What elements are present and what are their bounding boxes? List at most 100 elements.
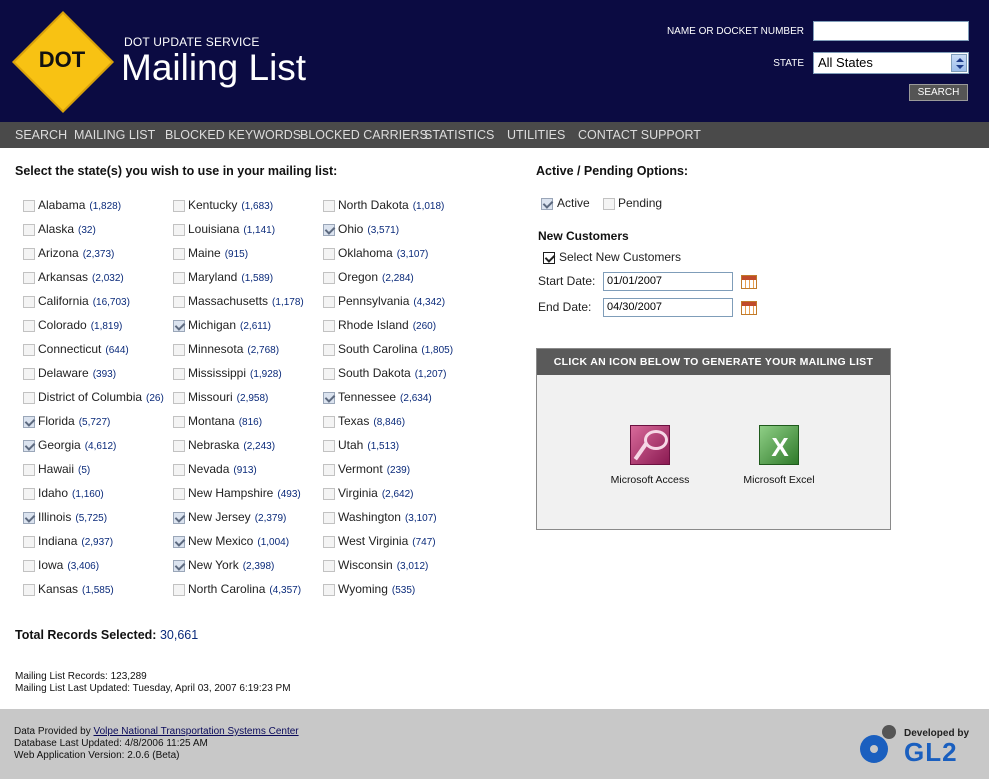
state-select[interactable]: All States [813,52,969,74]
state-text: Illinois (5,725) [38,510,107,524]
nav-blocked-keywords[interactable]: BLOCKED KEYWORDS [165,128,301,142]
state-text: Wisconsin (3,012) [338,558,428,572]
state-checkbox[interactable] [23,512,35,524]
excel-label[interactable]: Microsoft Excel [724,474,834,486]
nav-utilities[interactable]: UTILITIES [507,128,565,142]
state-label: Washington [338,510,401,524]
state-checkbox[interactable] [323,512,335,524]
access-icon[interactable] [630,425,670,465]
state-checkbox[interactable] [323,248,335,260]
state-checkbox[interactable] [23,536,35,548]
state-count: (816) [238,417,263,428]
state-checkbox[interactable] [23,296,35,308]
state-checkbox[interactable] [173,368,185,380]
state-checkbox[interactable] [23,488,35,500]
state-checkbox[interactable] [23,200,35,212]
nav-blocked-carriers[interactable]: BLOCKED CARRIERS [300,128,428,142]
state-label: Vermont [338,462,383,476]
pending-checkbox[interactable] [603,198,615,210]
state-count: (1,589) [241,273,274,284]
state-checkbox[interactable] [23,392,35,404]
state-count: (5,727) [78,417,111,428]
state-checkbox[interactable] [323,224,335,236]
state-label: Indiana [38,534,78,548]
state-checkbox[interactable] [323,392,335,404]
state-checkbox[interactable] [23,344,35,356]
excel-icon[interactable]: X [759,425,799,465]
nav-search[interactable]: SEARCH [15,128,67,142]
state-label: Maine [188,246,221,260]
state-checkbox[interactable] [173,344,185,356]
state-checkbox[interactable] [323,200,335,212]
state-checkbox[interactable] [173,416,185,428]
name-docket-input[interactable] [813,21,969,41]
state-checkbox[interactable] [323,344,335,356]
state-text: New York (2,398) [188,558,274,572]
state-text: New Mexico (1,004) [188,534,289,548]
state-checkbox[interactable] [323,488,335,500]
state-checkbox[interactable] [173,224,185,236]
calendar-icon[interactable] [741,275,757,289]
state-text: North Dakota (1,018) [338,198,444,212]
state-checkbox[interactable] [173,320,185,332]
state-checkbox[interactable] [323,272,335,284]
select-arrow-icon[interactable] [951,54,967,72]
state-checkbox[interactable] [323,296,335,308]
state-checkbox[interactable] [173,200,185,212]
end-date-input[interactable]: 04/30/2007 [603,298,733,317]
state-label: Iowa [38,558,64,572]
state-checkbox[interactable] [323,536,335,548]
state-checkbox[interactable] [23,368,35,380]
state-checkbox[interactable] [23,416,35,428]
nav-statistics[interactable]: STATISTICS [424,128,494,142]
state-text: Iowa (3,406) [38,558,99,572]
access-label[interactable]: Microsoft Access [595,474,705,486]
state-checkbox[interactable] [173,536,185,548]
state-checkbox[interactable] [323,560,335,572]
volpe-link[interactable]: Volpe National Transportation Systems Ce… [94,726,299,737]
state-checkbox[interactable] [173,272,185,284]
nav-contact-support[interactable]: CONTACT SUPPORT [578,128,701,142]
state-checkbox[interactable] [23,584,35,596]
active-checkbox[interactable] [541,198,553,210]
state-checkbox[interactable] [323,584,335,596]
state-checkbox[interactable] [23,464,35,476]
state-checkbox[interactable] [173,560,185,572]
state-checkbox[interactable] [173,584,185,596]
state-checkbox[interactable] [23,320,35,332]
nav-mailing-list[interactable]: MAILING LIST [74,128,155,142]
search-button[interactable]: SEARCH [909,84,968,101]
state-text: California (16,703) [38,294,130,308]
state-checkbox[interactable] [173,464,185,476]
select-new-customers-checkbox[interactable] [543,252,555,264]
state-checkbox[interactable] [173,512,185,524]
state-text: Louisiana (1,141) [188,222,275,236]
state-label: Nevada [188,462,230,476]
state-checkbox[interactable] [23,560,35,572]
state-checkbox[interactable] [323,416,335,428]
state-text: Minnesota (2,768) [188,342,279,356]
calendar-icon[interactable] [741,301,757,315]
state-text: District of Columbia (26) [38,390,164,404]
start-date-input[interactable]: 01/01/2007 [603,272,733,291]
state-checkbox[interactable] [323,368,335,380]
state-checkbox[interactable] [173,248,185,260]
state-checkbox[interactable] [323,440,335,452]
state-checkbox[interactable] [173,488,185,500]
state-label: Hawaii [38,462,75,476]
state-checkbox[interactable] [173,296,185,308]
state-checkbox[interactable] [173,392,185,404]
state-label: Connecticut [38,342,102,356]
states-heading: Select the state(s) you wish to use in y… [15,164,338,178]
state-checkbox[interactable] [23,272,35,284]
state-checkbox[interactable] [23,440,35,452]
state-checkbox[interactable] [323,320,335,332]
state-checkbox[interactable] [23,248,35,260]
state-text: West Virginia (747) [338,534,436,548]
state-label: Virginia [338,486,378,500]
state-checkbox[interactable] [323,464,335,476]
state-checkbox[interactable] [23,224,35,236]
state-label: Ohio [338,222,364,236]
state-checkbox[interactable] [173,440,185,452]
state-label: Pennsylvania [338,294,410,308]
